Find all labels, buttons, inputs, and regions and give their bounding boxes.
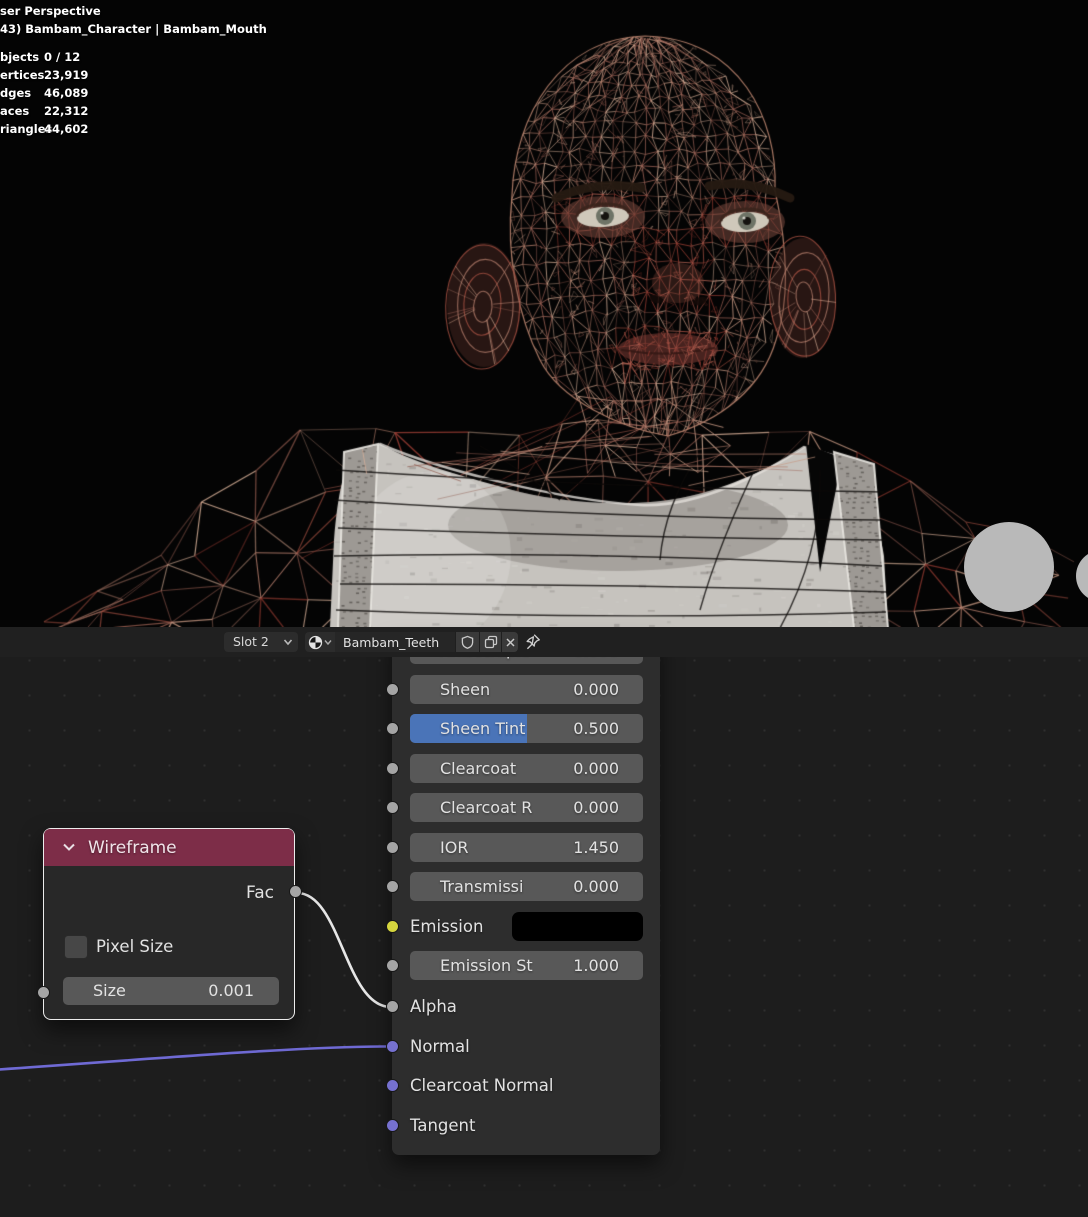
stat-value: 44,602 <box>44 120 88 138</box>
slider-label: Emission St <box>440 951 533 980</box>
active-object-label: 43) Bambam_Character | Bambam_Mouth <box>0 20 267 38</box>
node-input-clearcoat-roughness[interactable]: Clearcoat R 0.000 <box>410 793 643 822</box>
socket-sheen[interactable] <box>386 683 399 696</box>
chevron-down-icon <box>324 639 332 646</box>
socket-sheen-tint[interactable] <box>386 722 399 735</box>
socket-clearcoat-normal[interactable] <box>386 1079 399 1092</box>
shield-icon <box>461 635 474 649</box>
slider-value: 0.000 <box>573 793 619 822</box>
node-input-ior[interactable]: IOR 1.450 <box>410 833 643 862</box>
unlink-material-button[interactable] <box>501 632 518 652</box>
stat-value: 46,089 <box>44 84 88 102</box>
fake-user-shield-button[interactable] <box>455 632 479 652</box>
fac-output-label: Fac <box>246 879 274 908</box>
principled-bsdf-node[interactable]: Anisotropic 0.000 Sheen 0.000 Sheen Tint… <box>392 635 660 1155</box>
slider-label: Size <box>93 977 126 1005</box>
wireframe-node[interactable]: Wireframe Fac Pixel Size Size 0.001 <box>43 828 295 1020</box>
stat-label: riangles <box>0 120 44 138</box>
stat-label: ertices <box>0 66 44 84</box>
blender-window: ser Perspective 43) Bambam_Character | B… <box>0 0 1088 1217</box>
size-slider[interactable]: Size 0.001 <box>63 977 279 1005</box>
node-input-clearcoat-normal-label: Clearcoat Normal <box>410 1071 553 1100</box>
node-title: Wireframe <box>88 838 177 858</box>
socket-tangent[interactable] <box>386 1119 399 1132</box>
slider-label: Clearcoat R <box>440 793 532 822</box>
slot-label: Slot 2 <box>233 634 269 649</box>
slider-value: 1.450 <box>573 833 619 862</box>
slider-label: Sheen Tint <box>440 714 525 743</box>
pixel-size-label: Pixel Size <box>96 933 173 961</box>
stat-row-edges: dges 46,089 <box>0 84 88 102</box>
material-name-group: Bambam_Teeth <box>305 632 518 652</box>
node-input-transmission[interactable]: Transmissi 0.000 <box>410 872 643 901</box>
slider-value: 0.000 <box>573 754 619 783</box>
stat-row-faces: aces 22,312 <box>0 102 88 120</box>
socket-transmission[interactable] <box>386 880 399 893</box>
pixel-size-checkbox[interactable] <box>64 935 88 959</box>
material-name-field[interactable]: Bambam_Teeth <box>335 632 455 652</box>
pin-icon <box>524 633 541 650</box>
socket-emission-strength[interactable] <box>386 959 399 972</box>
socket-emission[interactable] <box>386 920 399 933</box>
material-name-text: Bambam_Teeth <box>343 635 439 650</box>
3d-viewport[interactable] <box>0 0 1088 627</box>
wireframe-node-header[interactable]: Wireframe <box>44 829 294 866</box>
slider-label: Clearcoat <box>440 754 516 783</box>
slider-value: 0.000 <box>573 675 619 704</box>
node-input-emission-strength[interactable]: Emission St 1.000 <box>410 951 643 980</box>
socket-fac-output[interactable] <box>289 885 302 898</box>
slider-label: Transmissi <box>440 872 523 901</box>
slider-value: 1.000 <box>573 951 619 980</box>
close-icon <box>505 637 516 648</box>
view-name-label: ser Perspective <box>0 2 267 20</box>
slider-label: Sheen <box>440 675 490 704</box>
socket-normal[interactable] <box>386 1040 399 1053</box>
node-input-alpha-label: Alpha <box>410 992 457 1021</box>
material-sphere-icon <box>308 635 323 650</box>
socket-alpha[interactable] <box>386 1000 399 1013</box>
stat-label: dges <box>0 84 44 102</box>
emission-color-swatch[interactable] <box>512 912 643 941</box>
socket-ior[interactable] <box>386 841 399 854</box>
node-input-normal-label: Normal <box>410 1032 470 1061</box>
pin-button[interactable] <box>524 633 541 650</box>
stat-value: 23,919 <box>44 66 88 84</box>
socket-clearcoat-roughness[interactable] <box>386 801 399 814</box>
socket-clearcoat[interactable] <box>386 762 399 775</box>
viewport-statistics: bjects 0 / 12 ertices 23,919 dges 46,089… <box>0 48 88 138</box>
stat-label: aces <box>0 102 44 120</box>
slider-label: IOR <box>440 833 468 862</box>
stat-value: 0 / 12 <box>44 48 80 66</box>
material-slot-dropdown[interactable]: Slot 2 <box>224 632 298 652</box>
nav-gizmo-circle[interactable] <box>964 522 1054 612</box>
socket-size-input[interactable] <box>37 986 50 999</box>
stat-row-vertices: ertices 23,919 <box>0 66 88 84</box>
node-input-clearcoat[interactable]: Clearcoat 0.000 <box>410 754 643 783</box>
node-input-sheen-tint[interactable]: Sheen Tint 0.500 <box>410 714 643 743</box>
stat-value: 22,312 <box>44 102 88 120</box>
chevron-down-icon[interactable] <box>62 842 76 852</box>
shader-editor-header: Slot 2 Bambam_Teeth <box>0 627 1088 657</box>
duplicate-icon <box>484 635 498 649</box>
viewport-overlay-text: ser Perspective 43) Bambam_Character | B… <box>0 2 267 38</box>
stat-label: bjects <box>0 48 44 66</box>
slider-value: 0.000 <box>573 872 619 901</box>
node-input-emission-label: Emission <box>410 912 483 941</box>
slider-value: 0.500 <box>573 714 619 743</box>
material-browse-button[interactable] <box>305 632 335 652</box>
node-input-tangent-label: Tangent <box>410 1111 475 1140</box>
chevron-down-icon <box>283 638 293 646</box>
stat-row-objects: bjects 0 / 12 <box>0 48 88 66</box>
node-input-sheen[interactable]: Sheen 0.000 <box>410 675 643 704</box>
stat-row-triangles: riangles 44,602 <box>0 120 88 138</box>
new-material-copy-button[interactable] <box>479 632 501 652</box>
slider-value: 0.001 <box>208 977 254 1005</box>
